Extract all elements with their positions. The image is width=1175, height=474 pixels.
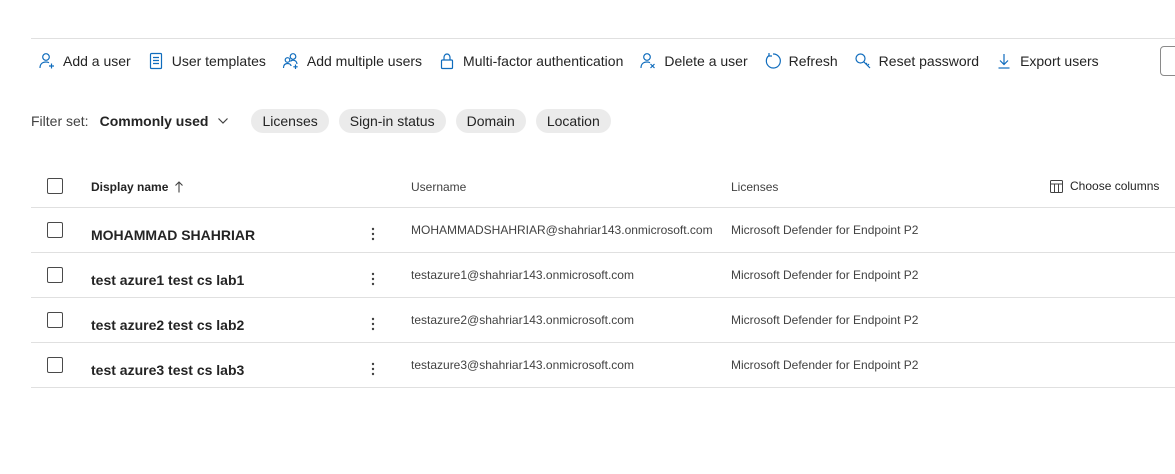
refresh-icon (765, 53, 781, 69)
choose-columns-button[interactable]: Choose columns (1050, 179, 1159, 193)
add-user-label: Add a user (63, 53, 131, 69)
row-display-name[interactable]: test azure2 test cs lab2 (91, 317, 244, 333)
more-vertical-icon (371, 362, 375, 376)
arrow-up-icon (175, 181, 184, 193)
download-icon (998, 54, 1010, 69)
reset-password-button[interactable]: Reset password (846, 48, 987, 74)
delete-user-button[interactable]: Delete a user (631, 48, 755, 74)
row-checkbox[interactable] (47, 312, 63, 328)
filter-pill-domain[interactable]: Domain (455, 109, 526, 133)
row-licenses: Microsoft Defender for Endpoint P2 (731, 268, 919, 282)
delete-user-label: Delete a user (664, 53, 748, 69)
row-checkbox[interactable] (47, 357, 63, 373)
filter-pill-sign-in-status[interactable]: Sign-in status (338, 109, 446, 133)
table-row[interactable]: test azure1 test cs lab1 testazure1@shah… (31, 253, 1175, 298)
document-icon (149, 52, 162, 70)
more-vertical-icon (371, 227, 375, 241)
refresh-label: Refresh (788, 53, 838, 69)
lock-icon (440, 53, 454, 70)
row-display-name[interactable]: test azure3 test cs lab3 (91, 362, 244, 378)
refresh-button[interactable]: Refresh (756, 48, 846, 74)
key-search-icon (855, 53, 871, 69)
users-table: Display name Username Licenses Choose co… (31, 165, 1175, 388)
row-checkbox[interactable] (47, 267, 63, 283)
add-multiple-users-button[interactable]: Add multiple users (274, 48, 430, 74)
export-users-label: Export users (1020, 53, 1099, 69)
filter-pill-location[interactable]: Location (535, 109, 611, 133)
chevron-down-icon (218, 118, 229, 124)
filter-set-label: Filter set: (31, 113, 89, 129)
table-row[interactable]: test azure2 test cs lab2 testazure2@shah… (31, 298, 1175, 343)
column-header-display-name-label: Display name (91, 180, 169, 194)
reset-password-label: Reset password (878, 53, 980, 69)
table-row[interactable]: test azure3 test cs lab3 testazure3@shah… (31, 343, 1175, 388)
row-more-actions-button[interactable] (365, 359, 381, 379)
more-vertical-icon (371, 272, 375, 286)
more-vertical-icon (371, 317, 375, 331)
row-username: testazure1@shahriar143.onmicrosoft.com (411, 268, 634, 282)
row-username: testazure3@shahriar143.onmicrosoft.com (411, 358, 634, 372)
table-row[interactable]: MOHAMMAD SHAHRIAR MOHAMMADSHAHRIAR@shahr… (31, 208, 1175, 253)
column-header-licenses[interactable]: Licenses (731, 180, 778, 194)
columns-icon (1050, 179, 1063, 193)
row-checkbox[interactable] (47, 222, 63, 238)
row-licenses: Microsoft Defender for Endpoint P2 (731, 223, 919, 237)
row-more-actions-button[interactable] (365, 314, 381, 334)
row-more-actions-button[interactable] (365, 269, 381, 289)
mfa-label: Multi-factor authentication (463, 53, 624, 69)
mfa-button[interactable]: Multi-factor authentication (430, 48, 631, 74)
toolbar-top-divider (31, 38, 1175, 39)
column-header-username[interactable]: Username (411, 180, 466, 194)
column-header-display-name[interactable]: Display name (91, 180, 184, 194)
row-username: MOHAMMADSHAHRIAR@shahriar143.onmicrosoft… (411, 223, 713, 237)
add-user-button[interactable]: Add a user (31, 48, 139, 74)
search-box-edge[interactable] (1160, 46, 1175, 76)
select-all-checkbox[interactable] (47, 178, 63, 194)
row-licenses: Microsoft Defender for Endpoint P2 (731, 358, 919, 372)
row-display-name[interactable]: MOHAMMAD SHAHRIAR (91, 227, 255, 243)
export-users-button[interactable]: Export users (987, 48, 1107, 74)
user-templates-label: User templates (171, 53, 266, 69)
filter-set-value: Commonly used (99, 113, 209, 129)
add-multiple-users-label: Add multiple users (306, 53, 423, 69)
table-header-row: Display name Username Licenses Choose co… (31, 165, 1175, 208)
person-add-icon (39, 53, 54, 69)
person-delete-icon (640, 53, 656, 69)
user-templates-button[interactable]: User templates (139, 48, 274, 74)
choose-columns-label: Choose columns (1070, 179, 1160, 193)
people-add-icon (282, 53, 298, 69)
command-bar: Add a user User templates Add multiple u… (31, 48, 1107, 74)
row-more-actions-button[interactable] (365, 224, 381, 244)
row-licenses: Microsoft Defender for Endpoint P2 (731, 313, 919, 327)
filter-set-dropdown[interactable]: Commonly used (100, 113, 230, 129)
filter-pill-licenses[interactable]: Licenses (251, 109, 329, 133)
row-display-name[interactable]: test azure1 test cs lab1 (91, 272, 244, 288)
filter-bar: Filter set: Commonly used Licenses Sign-… (31, 109, 621, 133)
row-username: testazure2@shahriar143.onmicrosoft.com (411, 313, 634, 327)
